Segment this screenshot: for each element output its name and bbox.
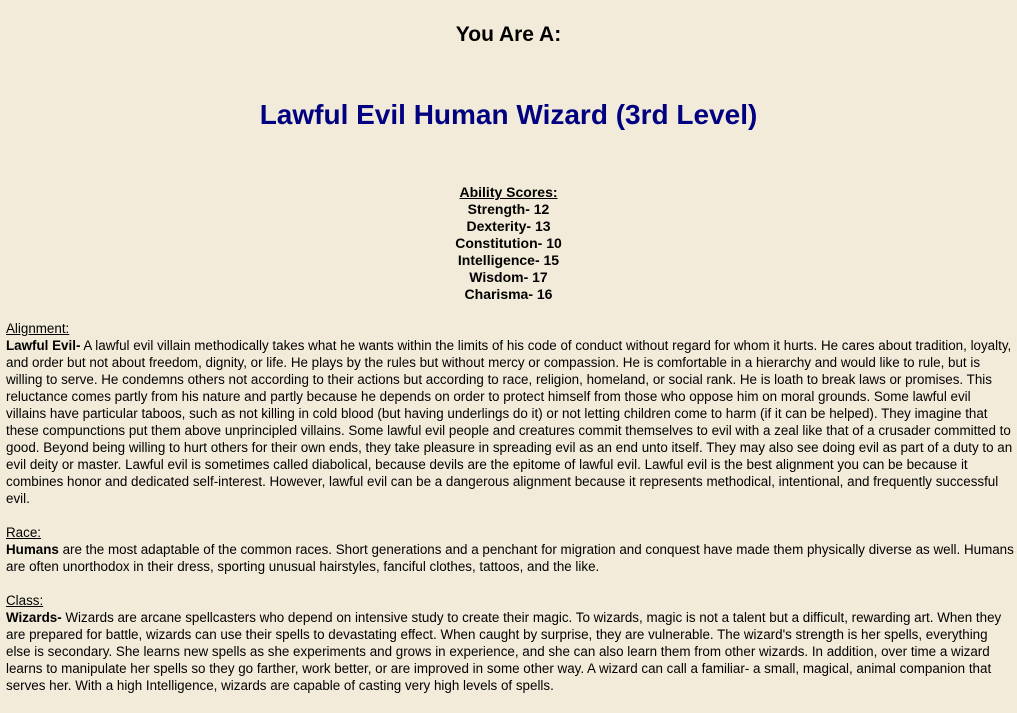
you-are-heading: You Are A: bbox=[455, 23, 562, 46]
alignment-text: A lawful evil villain methodically takes… bbox=[6, 338, 1013, 506]
ability-wisdom: Wisdom- 17 bbox=[469, 269, 548, 285]
ability-scores-title: Ability Scores: bbox=[459, 184, 558, 200]
ability-dexterity: Dexterity- 13 bbox=[466, 218, 551, 234]
alignment-section: Alignment: Lawful Evil- A lawful evil vi… bbox=[6, 320, 1014, 507]
race-lead: Humans bbox=[6, 542, 59, 557]
ability-strength: Strength- 12 bbox=[467, 201, 550, 217]
class-description: Wizards- Wizards are arcane spellcasters… bbox=[6, 609, 1014, 694]
class-label: Class: bbox=[6, 593, 44, 608]
class-lead: Wizards- bbox=[6, 610, 62, 625]
race-section: Race: Humans are the most adaptable of t… bbox=[6, 524, 1014, 575]
race-text: are the most adaptable of the common rac… bbox=[6, 542, 1014, 574]
alignment-label: Alignment: bbox=[6, 321, 70, 336]
race-description: Humans are the most adaptable of the com… bbox=[6, 541, 1014, 575]
class-section: Class: Wizards- Wizards are arcane spell… bbox=[6, 592, 1014, 694]
ability-constitution: Constitution- 10 bbox=[455, 235, 562, 251]
class-text: Wizards are arcane spellcasters who depe… bbox=[6, 610, 1002, 693]
result-title: Lawful Evil Human Wizard (3rd Level) bbox=[259, 99, 758, 130]
ability-charisma: Charisma- 16 bbox=[464, 286, 553, 302]
quiz-result-page: You Are A: Lawful Evil Human Wizard (3rd… bbox=[0, 0, 1017, 713]
ability-scores: Ability Scores: Strength- 12 Dexterity- … bbox=[0, 184, 1017, 303]
ability-intelligence: Intelligence- 15 bbox=[457, 252, 560, 268]
race-label: Race: bbox=[6, 525, 41, 540]
alignment-description: Lawful Evil- A lawful evil villain metho… bbox=[6, 337, 1014, 507]
alignment-lead: Lawful Evil- bbox=[6, 338, 81, 353]
